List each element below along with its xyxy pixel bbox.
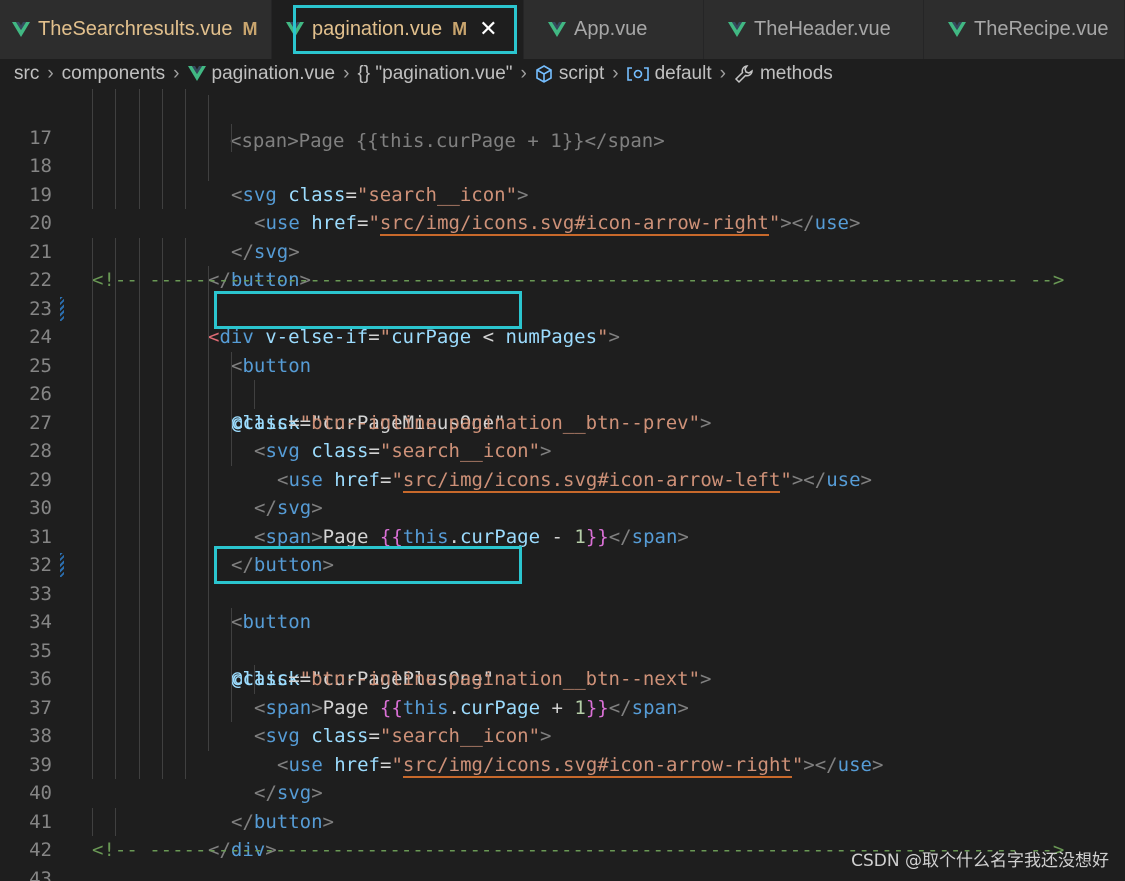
code-line: 23 <button <box>0 266 1125 377</box>
chevron-right-icon: › <box>612 63 619 84</box>
tab-label: TheRecipe.vue <box>974 18 1109 40</box>
code-editor[interactable]: <span>Page {{this.curPage + 1}}</span> 1… <box>0 89 1125 881</box>
tab-theheader[interactable]: TheHeader.vue <box>704 0 924 59</box>
code-line: 32 <button <box>0 522 1125 633</box>
gutter-modified-indicator <box>60 553 64 577</box>
breadcrumb-item-file[interactable]: pagination.vue <box>187 63 336 85</box>
chevron-right-icon: › <box>520 63 527 84</box>
code-line: 35 <span>Page {{this.curPage + 1}}</span… <box>0 608 1125 719</box>
code-line: 20 </button> <box>0 180 1125 291</box>
tab-therecipe[interactable]: TheRecipe.vue <box>924 0 1125 59</box>
vue-file-icon <box>948 21 966 37</box>
tab-thesearchresults[interactable]: TheSearchresults.vue M <box>0 0 272 59</box>
code-line: 42 </div> <box>0 807 1125 861</box>
code-line: 27 <use href="src/img/icons.svg#icon-arr… <box>0 380 1125 493</box>
code-line: 41 <!-- --------------------------------… <box>0 779 1125 862</box>
chevron-right-icon: › <box>47 63 54 84</box>
code-line: 37 <use href="src/img/icons.svg#icon-arr… <box>0 665 1125 778</box>
code-line: 18 <use href="src/img/icons.svg#icon-arr… <box>0 123 1125 236</box>
breadcrumb-item-components[interactable]: components <box>62 63 166 85</box>
vue-file-icon <box>12 21 30 37</box>
chevron-right-icon: › <box>173 63 180 84</box>
cube-icon <box>536 65 552 83</box>
breadcrumb-methods-label: methods <box>759 63 833 84</box>
code-line: 22 <div v-else-if="curPage < numPages"> <box>0 237 1125 348</box>
breadcrumb-file-label: pagination.vue <box>211 63 336 84</box>
symbol-property-icon <box>626 67 649 81</box>
code-line: 17 <svg class="search__icon"> <box>0 95 1125 206</box>
tab-label: pagination.vue <box>312 18 443 40</box>
code-line: 31 <box>0 494 1125 548</box>
vue-file-icon <box>728 21 746 37</box>
gutter-modified-indicator <box>60 296 64 321</box>
code-line: 28 </svg> <box>0 408 1125 519</box>
chevron-right-icon: › <box>719 63 726 84</box>
code-line: 34 class="btn--inline pagination__btn--n… <box>0 579 1125 690</box>
breadcrumb: src › components › pagination.vue › {} "… <box>0 59 1125 89</box>
breadcrumb-script-label: script <box>558 63 605 84</box>
vue-file-icon <box>187 66 206 81</box>
vue-file-icon <box>548 21 566 37</box>
tab-app[interactable]: App.vue <box>524 0 704 59</box>
code-line: 36 <svg class="search__icon"> <box>0 636 1125 747</box>
watermark: CSDN @取个什么名字我还没想好 <box>851 851 1109 871</box>
tab-label: TheSearchresults.vue <box>38 18 233 40</box>
code-line: 33 @click="curPagePlusOne" <box>0 551 1125 690</box>
code-line: 30 </button> <box>0 465 1125 576</box>
breadcrumb-default-label: default <box>654 63 712 84</box>
code-line: 24 @click="curPageMinusOne" <box>0 294 1125 434</box>
wrench-icon <box>734 65 753 84</box>
breadcrumb-item-methods[interactable]: methods <box>734 63 833 85</box>
modified-indicator: M <box>242 19 258 39</box>
breadcrumb-item-default[interactable]: default <box>626 63 712 85</box>
modified-indicator: M <box>452 19 468 39</box>
line-number: 43 <box>29 867 52 881</box>
tab-label: App.vue <box>574 18 648 40</box>
tab-label: TheHeader.vue <box>754 18 891 40</box>
code-line: 29 <span>Page {{this.curPage - 1}}</span… <box>0 437 1125 548</box>
code-line: 26 <svg class="search__icon"> <box>0 351 1125 462</box>
code-line: 40 </div> <box>0 750 1125 861</box>
tab-pagination[interactable]: pagination.vue M ✕ <box>272 0 524 59</box>
code-line: 19 </svg> <box>0 152 1125 263</box>
breadcrumb-item-src[interactable]: src <box>14 63 39 85</box>
code-line: 25 class="btn--inline pagination__btn--p… <box>0 323 1125 434</box>
close-icon[interactable]: ✕ <box>479 17 497 42</box>
vue-file-icon <box>286 21 304 37</box>
code-line: 38 </svg> <box>0 693 1125 804</box>
editor-tab-bar: TheSearchresults.vue M pagination.vue M … <box>0 0 1125 59</box>
breadcrumb-item-script[interactable]: script <box>535 63 604 85</box>
code-line: 39 </button> <box>0 722 1125 833</box>
code-line: 21 <!-- --------------------------------… <box>0 209 1125 292</box>
chevron-right-icon: › <box>343 63 350 84</box>
breadcrumb-item-module[interactable]: {} "pagination.vue" <box>357 63 512 85</box>
